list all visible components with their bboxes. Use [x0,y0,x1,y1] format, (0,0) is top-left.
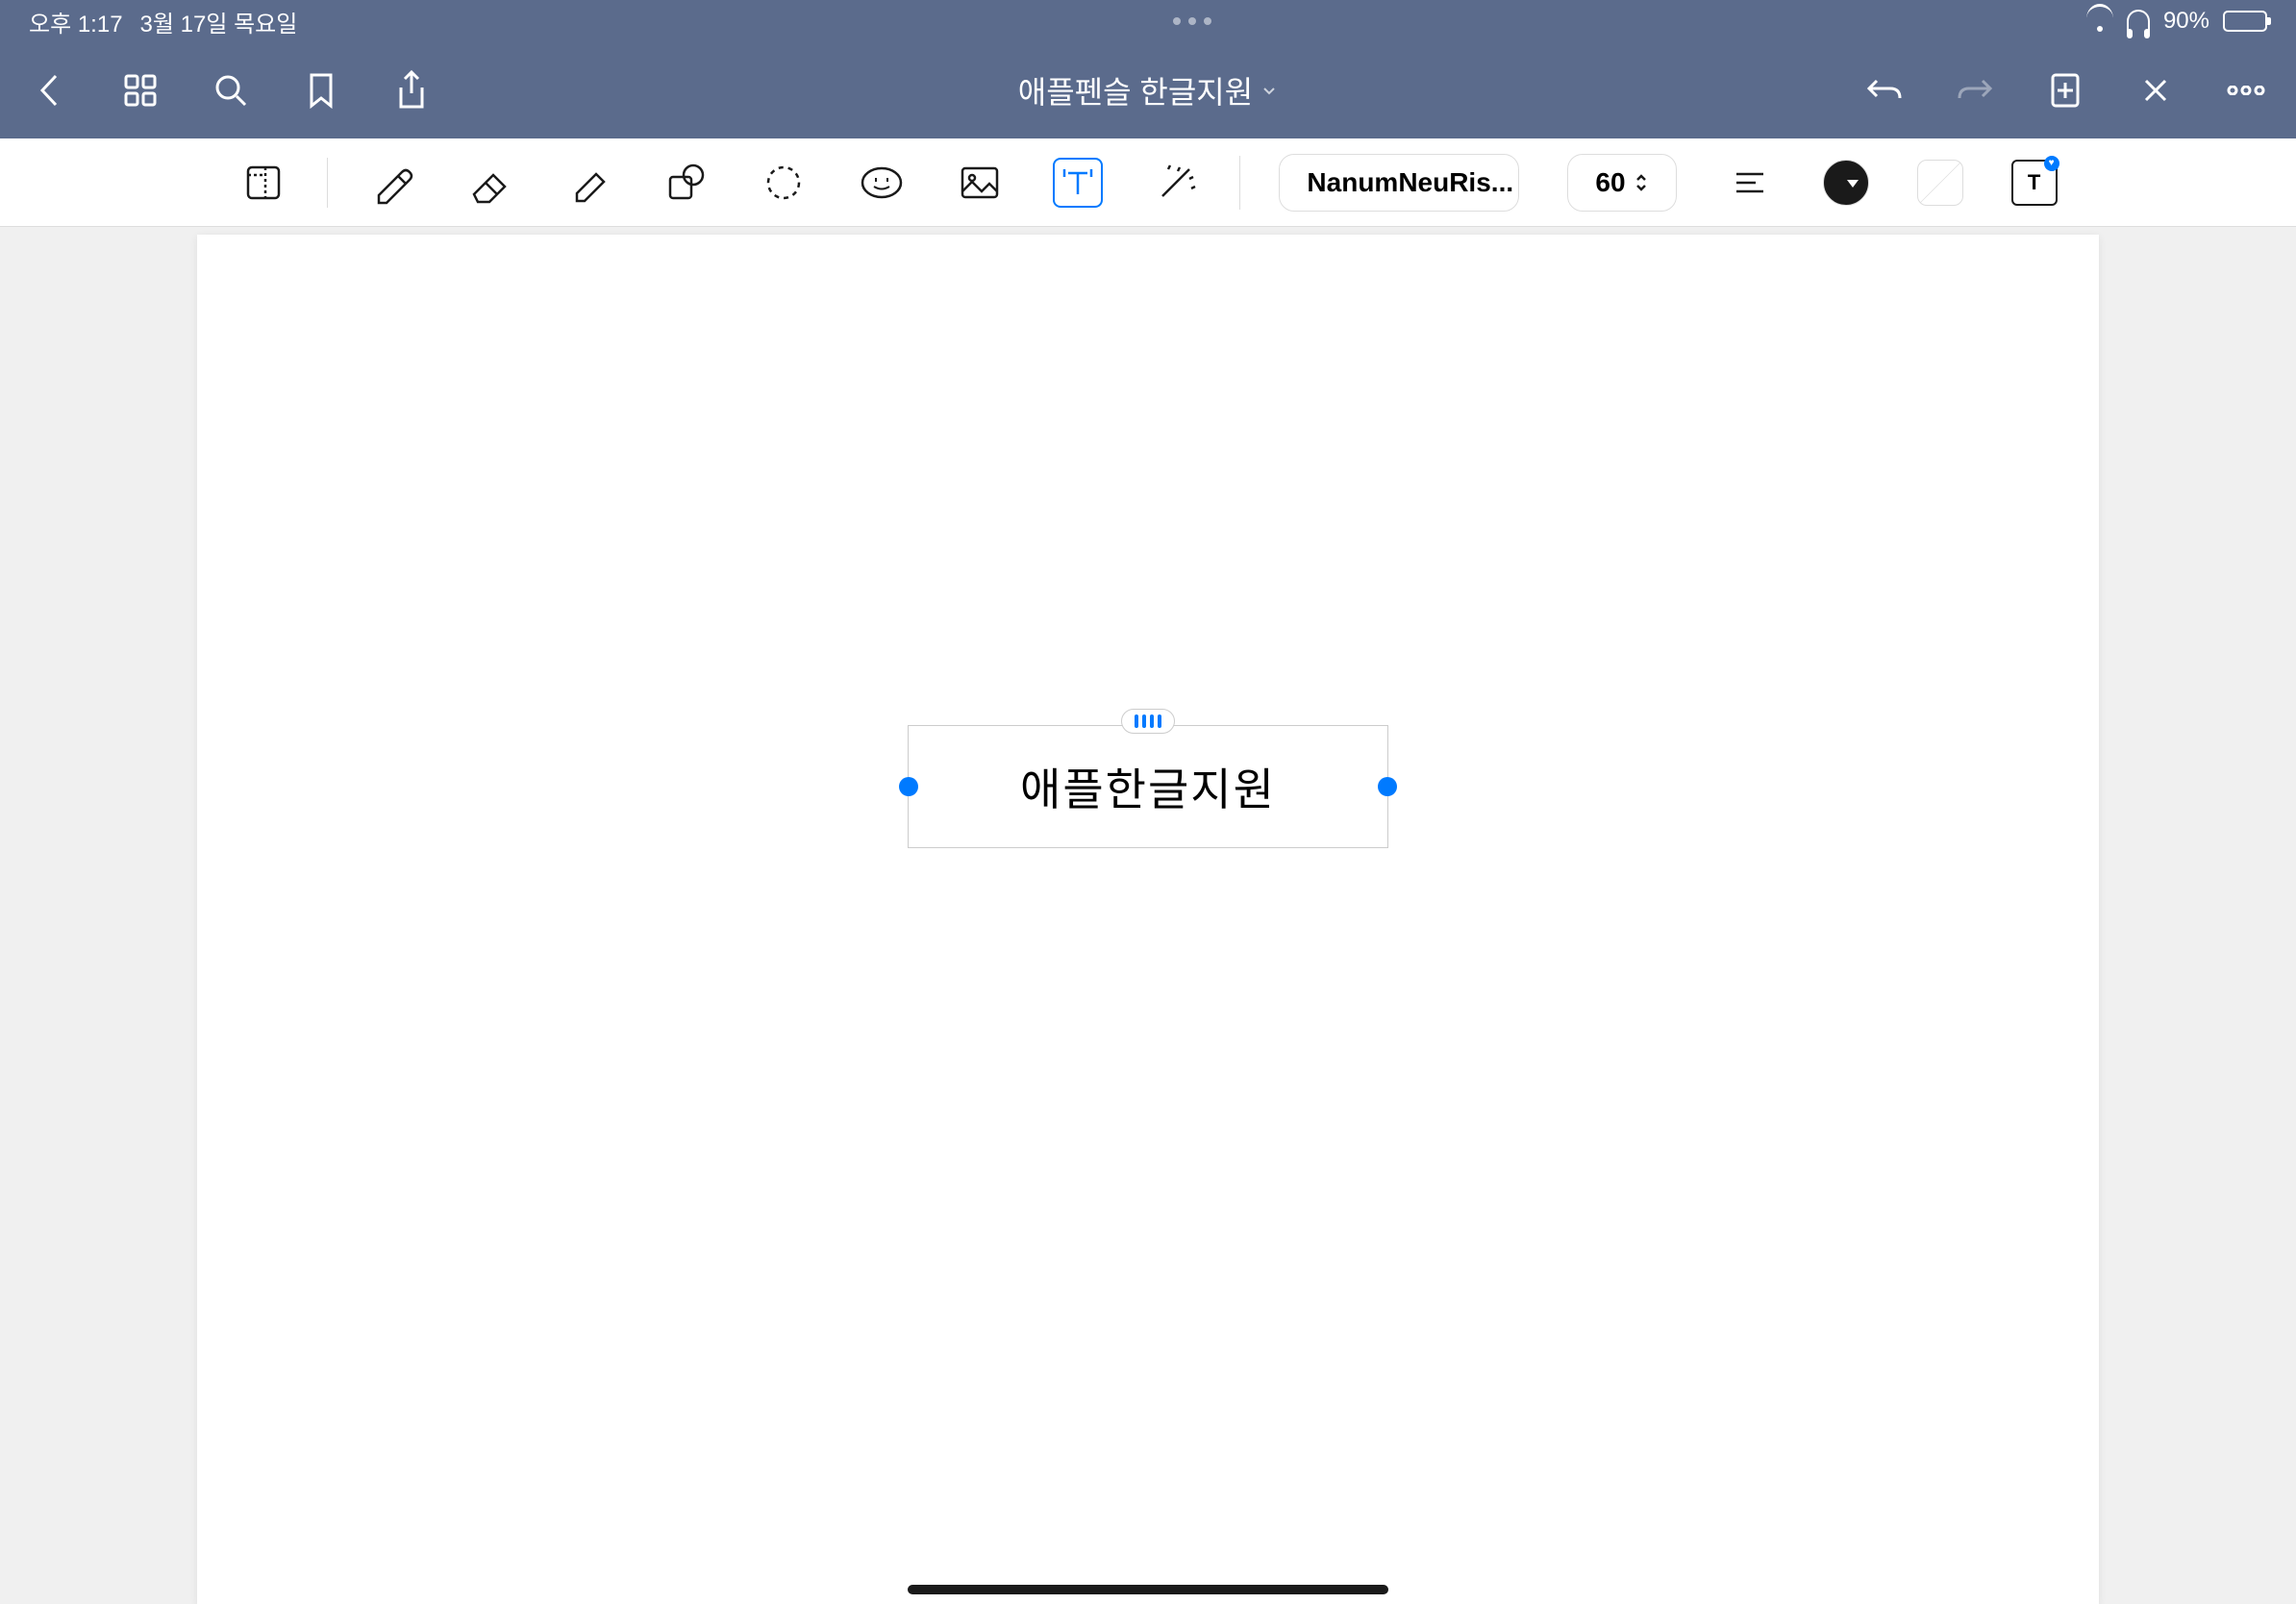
highlighter-tool[interactable] [562,158,612,208]
home-indicator[interactable] [908,1585,1388,1594]
resize-handle-right[interactable] [1378,777,1397,796]
text-tool[interactable] [1053,158,1103,208]
wifi-icon [2086,11,2113,32]
status-time: 오후 1:17 [29,5,123,38]
search-button[interactable] [210,69,252,112]
lasso-tool[interactable] [759,158,809,208]
resize-handle-left[interactable] [899,777,918,796]
headphones-icon [2127,10,2150,33]
page[interactable]: 애플한글지원 [197,235,2099,1604]
undo-button[interactable] [1863,69,1906,112]
grid-view-button[interactable] [119,69,162,112]
document-title[interactable]: 애플펜슬 한글지원 [1018,68,1278,113]
font-selector[interactable]: NanumNeuRis... [1279,154,1519,212]
font-size-value: 60 [1595,167,1625,198]
background-color-selector[interactable] [1917,160,1963,206]
chevron-down-icon [1260,82,1278,99]
back-button[interactable] [29,69,71,112]
multitasking-dots[interactable] [1173,17,1211,25]
text-color-selector[interactable] [1823,160,1869,206]
text-box-content[interactable]: 애플한글지원 [1020,755,1276,818]
eraser-tool[interactable] [464,158,514,208]
top-navigation: 애플펜슬 한글지원 [0,42,2296,138]
magic-tool[interactable] [1151,158,1201,208]
battery-percent: 90% [2163,8,2209,35]
bookmark-button[interactable] [300,69,342,112]
share-button[interactable] [390,69,433,112]
text-box[interactable]: 애플한글지원 [908,725,1388,848]
status-bar: 오후 1:17 3월 17일 목요일 90% [0,0,2296,42]
text-style-icon: T [2028,170,2040,195]
document-title-text: 애플펜슬 한글지원 [1018,68,1253,113]
more-button[interactable] [2225,69,2267,112]
sticker-tool[interactable] [857,158,907,208]
text-box-drag-handle[interactable] [1121,709,1175,734]
shape-tool[interactable] [661,158,711,208]
align-tool[interactable] [1725,158,1775,208]
status-date: 3월 17일 목요일 [140,5,298,38]
editing-toolbar: NanumNeuRis... 60 T ♥ [0,138,2296,227]
image-tool[interactable] [955,158,1005,208]
font-size-selector[interactable]: 60 [1567,154,1676,212]
add-page-button[interactable] [2044,69,2086,112]
battery-icon [2223,11,2267,32]
pen-tool[interactable] [366,158,416,208]
close-button[interactable] [2134,69,2177,112]
redo-button[interactable] [1954,69,1996,112]
template-tool[interactable] [238,158,288,208]
font-name: NanumNeuRis... [1307,167,1513,198]
canvas-area[interactable]: 애플한글지원 [0,227,2296,1604]
favorite-badge-icon: ♥ [2044,156,2059,171]
text-style-tool[interactable]: T ♥ [2011,160,2058,206]
